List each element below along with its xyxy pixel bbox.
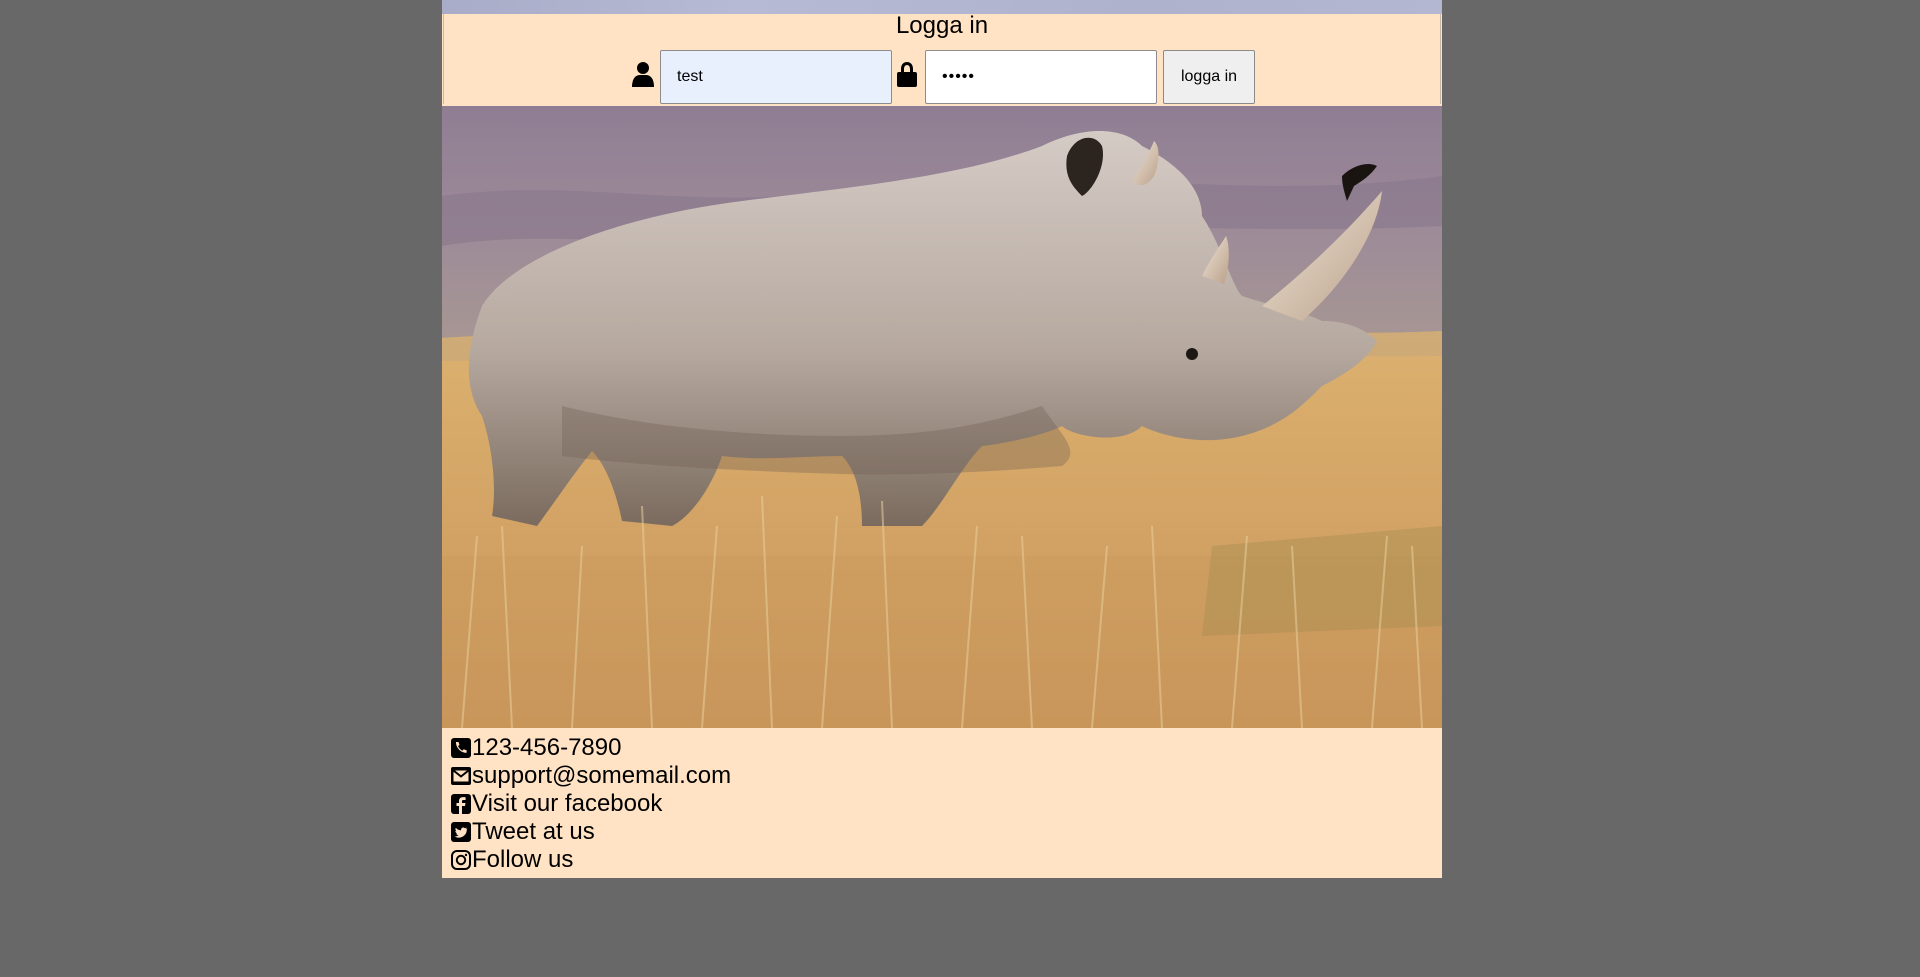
contact-email-text: support@somemail.com (472, 762, 732, 789)
facebook-icon (451, 794, 471, 814)
contact-phone-text: 123-456-7890 (472, 734, 622, 761)
login-title: Logga in (895, 12, 989, 39)
contact-twitter[interactable]: Tweet at us (451, 818, 1351, 846)
contact-facebook-text: Visit our facebook (472, 790, 663, 817)
page-container: Logga in logga in (442, 0, 1442, 878)
phone-icon (451, 738, 471, 758)
contact-instagram[interactable]: Follow us (451, 846, 1351, 874)
instagram-icon (451, 850, 471, 870)
password-input[interactable] (925, 50, 1157, 104)
rhino-photo (442, 106, 1442, 728)
contact-list: 123-456-7890 support@somemail.com Visit … (451, 734, 1351, 874)
contact-email[interactable]: support@somemail.com (451, 762, 1351, 790)
rhino-photo-drawing (442, 106, 1442, 728)
contact-phone[interactable]: 123-456-7890 (451, 734, 1351, 762)
user-icon (632, 62, 654, 87)
twitter-icon (451, 822, 471, 842)
lock-icon (897, 62, 917, 87)
envelope-icon (451, 767, 471, 785)
contact-facebook[interactable]: Visit our facebook (451, 790, 1351, 818)
username-input[interactable] (660, 50, 892, 104)
login-button[interactable]: logga in (1163, 50, 1255, 104)
login-panel: Logga in logga in (443, 14, 1441, 104)
contact-twitter-text: Tweet at us (472, 818, 595, 845)
contact-instagram-text: Follow us (472, 846, 574, 873)
